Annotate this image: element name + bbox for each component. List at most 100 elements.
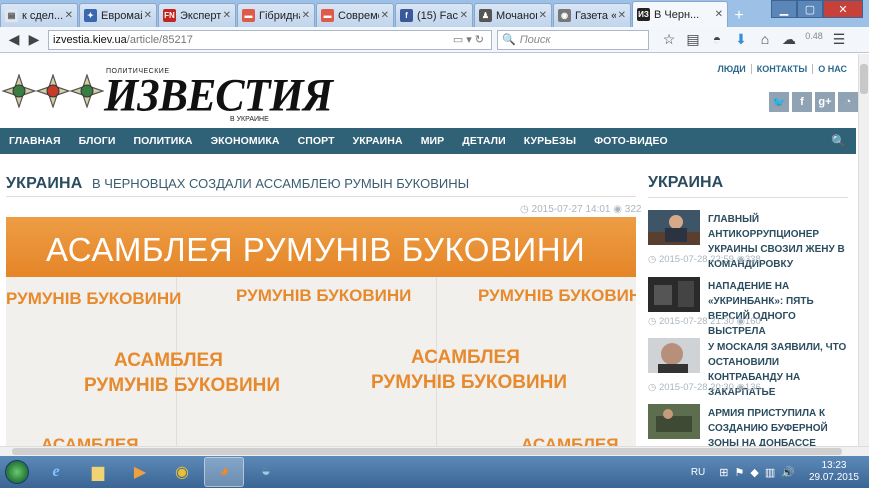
browser-tab[interactable]: ♟ Мочанов...✕ bbox=[474, 3, 552, 27]
tray-app-icon[interactable]: ◆ bbox=[750, 466, 758, 479]
top-link-people[interactable]: ЛЮДИ bbox=[713, 64, 751, 74]
folder-icon[interactable]: ▆ bbox=[78, 457, 118, 487]
close-tab-icon[interactable]: ✕ bbox=[65, 10, 73, 21]
network-status-icon[interactable]: ▥ bbox=[765, 466, 775, 479]
download-icon[interactable]: ⬇ bbox=[729, 31, 753, 48]
browser-tab[interactable]: ✦ Евромай...✕ bbox=[79, 3, 157, 27]
news-thumbnail bbox=[648, 338, 700, 373]
menu-item-ukraine[interactable]: УКРАИНА bbox=[344, 135, 412, 147]
scrollbar-thumb[interactable] bbox=[12, 448, 842, 455]
search-input[interactable]: 🔍 Поиск bbox=[497, 29, 649, 50]
badge-icon bbox=[36, 74, 70, 108]
menu-item-curiosities[interactable]: КУРЬЕЗЫ bbox=[515, 135, 585, 147]
new-tab-button[interactable]: + bbox=[729, 5, 749, 27]
close-tab-icon[interactable]: ✕ bbox=[223, 10, 231, 21]
close-tab-icon[interactable]: ✕ bbox=[144, 10, 152, 21]
twitter-icon[interactable]: 🐦 bbox=[769, 92, 789, 112]
menu-item-details[interactable]: ДЕТАЛИ bbox=[453, 135, 514, 147]
news-title[interactable]: АРМИЯ ПРИСТУПИЛА К СОЗДАНИЮ БУФЕРНОЙ ЗОН… bbox=[708, 406, 854, 446]
google-plus-icon[interactable]: g+ bbox=[815, 92, 835, 112]
browser-tab[interactable]: ▬ Совреме...✕ bbox=[316, 3, 394, 27]
facebook-icon: f bbox=[400, 9, 413, 22]
media-player-icon[interactable]: ▶ bbox=[120, 457, 160, 487]
vertical-scrollbar[interactable] bbox=[858, 54, 869, 446]
browser-tab[interactable]: ▬ Гібридна...✕ bbox=[237, 3, 315, 27]
iz-icon: ИЗ bbox=[637, 8, 650, 21]
sidebar-news-item[interactable]: ГЛАВНЫЙ АНТИКОРРУПЦИОНЕР УКРАИНЫ СВОЗИЛ … bbox=[648, 210, 853, 270]
maximize-button[interactable]: ▢ bbox=[797, 0, 823, 18]
article-section[interactable]: УКРАИНА bbox=[6, 175, 83, 192]
start-button[interactable] bbox=[0, 457, 34, 487]
scrollbar-thumb[interactable] bbox=[860, 64, 868, 94]
close-tab-icon[interactable]: ✕ bbox=[381, 10, 389, 21]
menu-icon[interactable]: ☰ bbox=[827, 31, 851, 48]
firefox-icon[interactable]: ◕ bbox=[204, 457, 244, 487]
menu-item-politics[interactable]: ПОЛИТИКА bbox=[124, 135, 201, 147]
photo-text: АСАМБЛЕЯ bbox=[521, 435, 619, 446]
main-menu: ГЛАВНАЯ БЛОГИ ПОЛИТИКА ЭКОНОМИКА СПОРТ У… bbox=[0, 128, 856, 154]
logo-title: ИЗВЕСТИЯ bbox=[104, 69, 333, 122]
bookmark-star-icon[interactable]: ☆ bbox=[657, 31, 681, 48]
menu-item-photo-video[interactable]: ФОТО-ВИДЕО bbox=[585, 135, 677, 147]
menu-item-home[interactable]: ГЛАВНАЯ bbox=[0, 135, 70, 147]
forward-button[interactable]: ▶ bbox=[24, 30, 44, 50]
tab-title: (15) Face... bbox=[417, 9, 458, 22]
language-indicator[interactable]: RU bbox=[691, 467, 705, 478]
article-heading: УКРАИНА В ЧЕРНОВЦАХ СОЗДАЛИ АССАМБЛЕЮ РУ… bbox=[6, 175, 636, 197]
toolbar-icons: ☆ ▤ ◓ ⬇ ⌂ ☁ 0.48 ☰ bbox=[657, 31, 851, 48]
site-logo[interactable]: ПОЛИТИЧЕСКИЕ ИЗВЕСТИЯ В УКРАИНЕ bbox=[0, 64, 333, 126]
tab-title: Гібридна... bbox=[259, 9, 300, 22]
news-title[interactable]: НАПАДЕНИЕ НА «УКРИНБАНК»: ПЯТЬ ВЕРСИЙ ОД… bbox=[708, 279, 854, 339]
browser-tab[interactable]: FN Эксперт ...✕ bbox=[158, 3, 236, 27]
browser-tab[interactable]: ◉ Газета «...✕ bbox=[553, 3, 631, 27]
close-tab-icon[interactable]: ✕ bbox=[460, 10, 468, 21]
volume-icon[interactable]: 🔊 bbox=[781, 466, 795, 479]
menu-item-economy[interactable]: ЭКОНОМИКА bbox=[202, 135, 289, 147]
clock-icon: ◷ bbox=[648, 382, 657, 393]
clock[interactable]: 13:23 29.07.2015 bbox=[809, 460, 859, 484]
sidebar-news-item[interactable]: У МОСКАЛЯ ЗАЯВИЛИ, ЧТО ОСТАНОВИЛИ КОНТРА… bbox=[648, 338, 853, 398]
horizontal-scrollbar[interactable] bbox=[0, 446, 869, 456]
top-link-contacts[interactable]: КОНТАКТЫ bbox=[750, 64, 812, 74]
close-tab-icon[interactable]: ✕ bbox=[302, 10, 310, 21]
browser-tab[interactable]: f (15) Face...✕ bbox=[395, 3, 473, 27]
ie-icon[interactable]: e bbox=[36, 457, 76, 487]
sidebar-title[interactable]: УКРАИНА bbox=[648, 174, 723, 192]
chrome-icon[interactable]: ◉ bbox=[162, 457, 202, 487]
site-search-icon[interactable]: 🔍 bbox=[831, 134, 856, 148]
reader-dropdown-reload-icons[interactable]: ▭▾↻ bbox=[453, 33, 487, 46]
news-date: 2015-07-28 22:59 bbox=[658, 254, 734, 265]
top-link-about[interactable]: О НАС bbox=[812, 64, 852, 74]
article-date: 2015-07-27 14:01 bbox=[531, 204, 611, 215]
sidebar-news-item[interactable]: НАПАДЕНИЕ НА «УКРИНБАНК»: ПЯТЬ ВЕРСИЙ ОД… bbox=[648, 277, 853, 337]
flag-icon[interactable]: ⚑ bbox=[734, 466, 744, 479]
network-icon[interactable]: ◒ bbox=[246, 457, 286, 487]
address-bar[interactable]: izvestia.kiev.ua/article/85217 ▭▾↻ bbox=[48, 29, 492, 50]
windows-flag-icon[interactable]: ⊞ bbox=[719, 466, 728, 479]
close-window-button[interactable]: ✕ bbox=[823, 0, 863, 18]
pocket-icon[interactable]: ◓ bbox=[705, 31, 729, 48]
clock-time: 13:23 bbox=[821, 460, 847, 471]
page-icon: ♟ bbox=[479, 9, 492, 22]
menu-item-blogs[interactable]: БЛОГИ bbox=[70, 135, 125, 147]
article-views: 322 bbox=[624, 204, 642, 215]
browser-tab[interactable]: ▤ к сдел... ✕ bbox=[0, 3, 78, 27]
article-photo: АСАМБЛЕЯ РУМУНІВ БУКОВИНИ РУМУНІВ БУКОВИ… bbox=[6, 217, 636, 446]
facebook-icon[interactable]: f bbox=[792, 92, 812, 112]
home-icon[interactable]: ⌂ bbox=[753, 31, 777, 48]
chat-icon[interactable]: ☁ bbox=[777, 31, 801, 48]
back-button[interactable]: ◀ bbox=[4, 30, 24, 50]
browser-tab-bar: ▤к сдел...✕ ✦Евромай...✕ FNЭксперт ...✕ … bbox=[0, 0, 869, 27]
rss-icon[interactable]: ◔ bbox=[838, 92, 858, 112]
close-tab-icon[interactable]: ✕ bbox=[715, 9, 723, 20]
sidebar-news-item[interactable]: АРМИЯ ПРИСТУПИЛА К СОЗДАНИЮ БУФЕРНОЙ ЗОН… bbox=[648, 404, 853, 446]
browser-tab-active[interactable]: ИЗ В Черн... ✕ bbox=[632, 1, 728, 27]
close-tab-icon[interactable]: ✕ bbox=[539, 10, 547, 21]
menu-item-sport[interactable]: СПОРТ bbox=[289, 135, 344, 147]
photo-banner-text: АСАМБЛЕЯ РУМУНІВ БУКОВИНИ bbox=[46, 231, 586, 268]
system-tray: RU ⊞ ⚑ ◆ ▥ 🔊 13:23 29.07.2015 bbox=[691, 460, 869, 484]
bookmarks-list-icon[interactable]: ▤ bbox=[681, 31, 705, 48]
close-tab-icon[interactable]: ✕ bbox=[618, 10, 626, 21]
minimize-button[interactable]: ▁ bbox=[771, 0, 797, 18]
menu-item-world[interactable]: МИР bbox=[412, 135, 454, 147]
